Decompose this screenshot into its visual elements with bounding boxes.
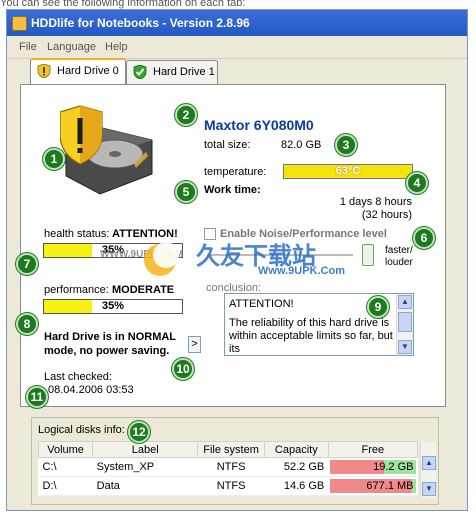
- callout-8: 8: [16, 313, 38, 335]
- performance-status-text: MODERATE: [112, 284, 175, 296]
- top-cropped-text: You can see the following information on…: [0, 0, 246, 9]
- last-checked-label: Last checked:: [44, 371, 112, 383]
- drive-model: Maxtor 6Y080M0: [204, 117, 314, 133]
- performance-label: performance:: [44, 284, 109, 296]
- scroll-thumb[interactable]: [398, 312, 412, 332]
- window-title: HDDlife for Notebooks - Version 2.8.96: [31, 16, 250, 30]
- warning-shield-icon: [37, 64, 51, 78]
- tab-label: Hard Drive 0: [57, 65, 119, 77]
- column-free[interactable]: Free: [327, 441, 419, 458]
- faster-label: faster/: [385, 245, 413, 256]
- expand-button[interactable]: >: [188, 336, 201, 353]
- free-value: 677.1 MB: [366, 480, 414, 492]
- label-cell: System_XP: [92, 457, 198, 477]
- menu-language[interactable]: Language: [47, 41, 96, 53]
- temperature-label: temperature:: [204, 166, 267, 178]
- conclusion-scrollbar[interactable]: ▲ ▼: [396, 294, 413, 355]
- volume-cell: C:\: [38, 457, 93, 477]
- callout-2: 2: [175, 104, 197, 126]
- callout-3: 3: [335, 134, 357, 156]
- tab-hard-drive-0[interactable]: Hard Drive 0: [30, 58, 126, 85]
- menu-file[interactable]: File: [19, 41, 37, 53]
- menu-help[interactable]: Help: [105, 41, 128, 53]
- performance-value: 35%: [101, 300, 125, 312]
- table-row[interactable]: D:\ Data NTFS 14.6 GB 677.1 MB: [38, 476, 418, 496]
- conclusion-text: The reliability of this hard drive is wi…: [229, 317, 393, 355]
- title-bar: HDDlife for Notebooks - Version 2.8.96: [7, 10, 467, 36]
- callout-7: 7: [16, 253, 38, 275]
- callout-12: 12: [128, 421, 150, 443]
- fs-cell: NTFS: [197, 457, 265, 477]
- column-volume[interactable]: Volume: [37, 441, 94, 458]
- work-time-days: 1 days 8 hours: [339, 196, 412, 208]
- temperature-value: 63°C: [335, 165, 361, 177]
- table-row[interactable]: C:\ System_XP NTFS 52.2 GB 19.2 GB: [38, 457, 418, 477]
- power-mode-line2: mode, no power saving.: [44, 345, 170, 357]
- louder-label: louder: [385, 257, 413, 268]
- column-file-system[interactable]: File system: [197, 441, 265, 458]
- free-value: 19.2 GB: [373, 461, 414, 473]
- column-capacity[interactable]: Capacity: [263, 441, 329, 458]
- noise-slider-thumb[interactable]: [362, 244, 374, 266]
- capacity-cell: 14.6 GB: [264, 476, 329, 496]
- capacity-cell: 52.2 GB: [264, 457, 329, 477]
- hard-drive-warning-icon: [60, 105, 153, 195]
- callout-1: 1: [43, 148, 65, 170]
- free-cell: 19.2 GB: [328, 457, 418, 477]
- tab-label: Hard Drive 1: [153, 66, 215, 78]
- logical-disks-table: Volume Label File system Capacity Free C…: [37, 441, 419, 496]
- health-status-label: health status:: [44, 228, 110, 240]
- performance-bar: 35%: [43, 299, 183, 314]
- fs-cell: NTFS: [197, 476, 265, 496]
- free-cell: 677.1 MB: [328, 476, 418, 496]
- table-scrollbar[interactable]: ▲ ▼: [420, 442, 436, 498]
- scroll-down-icon[interactable]: ▼: [398, 340, 412, 354]
- watermark-moon-logo: [144, 242, 179, 276]
- callout-4: 4: [406, 172, 428, 194]
- callout-5: 5: [175, 181, 197, 203]
- power-mode-line1: Hard Drive is in NORMAL: [44, 331, 177, 343]
- work-time-label: Work time:: [204, 184, 261, 196]
- volume-cell: D:\: [38, 476, 93, 496]
- work-time-hours: (32 hours): [361, 209, 412, 221]
- callout-6: 6: [413, 227, 435, 249]
- total-size-value: 82.0 GB: [281, 139, 322, 151]
- table-scroll-down-icon[interactable]: ▼: [422, 482, 436, 496]
- logical-disks-label: Logical disks info:: [38, 424, 125, 436]
- menu-bar: File Language Help: [7, 36, 467, 59]
- watermark-url-right: Www.9UPK.Com: [258, 265, 345, 277]
- app-icon: [12, 16, 27, 31]
- callout-9: 9: [367, 296, 389, 318]
- callout-11: 11: [26, 386, 48, 408]
- table-scroll-up-icon[interactable]: ▲: [422, 456, 436, 470]
- column-label[interactable]: Label: [92, 441, 199, 458]
- temperature-bar: 63°C: [283, 164, 413, 179]
- last-checked-value: 08.04.2006 03:53: [48, 384, 134, 396]
- total-size-label: total size:: [204, 139, 251, 151]
- label-cell: Data: [92, 476, 198, 496]
- callout-10: 10: [172, 358, 194, 380]
- ok-shield-icon: [133, 65, 147, 79]
- tab-hard-drive-1[interactable]: Hard Drive 1: [126, 60, 218, 84]
- scroll-up-icon[interactable]: ▲: [398, 295, 412, 309]
- health-status-text: ATTENTION!: [112, 228, 178, 240]
